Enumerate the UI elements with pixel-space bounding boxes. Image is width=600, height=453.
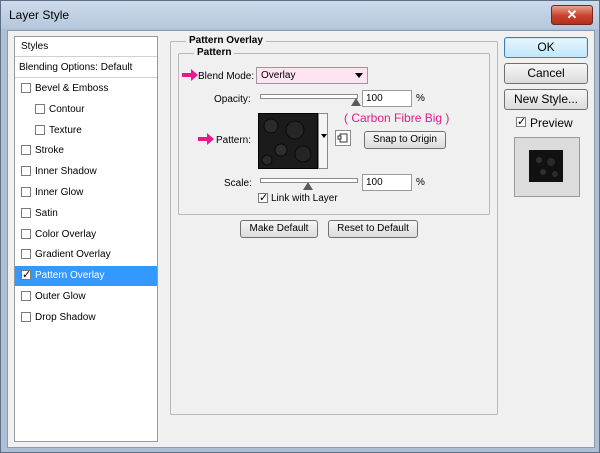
styles-item-stroke[interactable]: Stroke xyxy=(15,141,157,161)
styles-item-label: Inner Glow xyxy=(35,187,84,198)
new-preset-button[interactable] xyxy=(335,130,351,146)
pattern-label: Pattern: xyxy=(216,135,252,146)
style-checkbox[interactable] xyxy=(21,187,31,197)
style-checkbox[interactable]: ✓ xyxy=(21,269,32,281)
styles-item-outer-glow[interactable]: Outer Glow xyxy=(15,287,157,307)
chevron-down-icon xyxy=(321,134,327,138)
layer-style-dialog: Layer Style ✕ Styles Blending Options: D… xyxy=(0,0,600,453)
style-checkbox[interactable] xyxy=(21,229,31,239)
pointer-arrow-icon xyxy=(182,69,198,81)
link-with-layer-label: Link with Layer xyxy=(271,193,338,204)
new-style-button[interactable]: New Style... xyxy=(504,89,588,110)
pattern-swatch[interactable] xyxy=(258,113,318,169)
styles-header[interactable]: Styles xyxy=(15,37,157,57)
pointer-arrow-icon xyxy=(198,133,214,145)
styles-list: Styles Blending Options: Default Bevel &… xyxy=(14,36,158,442)
opacity-label: Opacity: xyxy=(214,94,251,105)
blend-mode-label: Blend Mode: xyxy=(198,71,255,82)
scale-label: Scale: xyxy=(224,178,252,189)
dialog-body: Styles Blending Options: Default Bevel &… xyxy=(7,30,595,448)
styles-item-inner-glow[interactable]: Inner Glow xyxy=(15,183,157,203)
scale-input[interactable] xyxy=(362,174,412,191)
scale-unit: % xyxy=(416,177,425,188)
style-checkbox[interactable] xyxy=(21,249,31,259)
styles-item-label: Bevel & Emboss xyxy=(35,83,109,94)
styles-header-label: Styles xyxy=(21,41,49,52)
style-checkbox[interactable] xyxy=(21,166,31,176)
link-with-layer-checkbox[interactable]: ✓ xyxy=(258,192,269,204)
styles-item-label: Gradient Overlay xyxy=(35,249,111,260)
carbon-pattern-icon xyxy=(259,114,317,168)
preview-swatch-icon xyxy=(529,150,563,182)
preview-checkbox[interactable]: ✓ xyxy=(516,116,527,128)
styles-item-inner-shadow[interactable]: Inner Shadow xyxy=(15,162,157,182)
style-checkbox[interactable] xyxy=(21,208,31,218)
styles-item-label: Satin xyxy=(35,208,58,219)
style-checkbox[interactable] xyxy=(35,104,45,114)
styles-item-label: Pattern Overlay xyxy=(35,270,105,281)
scale-slider-thumb[interactable] xyxy=(303,182,313,190)
window-title: Layer Style xyxy=(9,8,70,22)
styles-item-label: Contour xyxy=(49,104,85,115)
close-icon: ✕ xyxy=(566,7,578,22)
opacity-input[interactable] xyxy=(362,90,412,107)
style-checkbox[interactable] xyxy=(21,83,31,93)
styles-item-pattern-overlay[interactable]: ✓ Pattern Overlay xyxy=(15,266,157,286)
styles-item-label: Stroke xyxy=(35,145,64,156)
opacity-slider-track[interactable] xyxy=(260,94,358,99)
styles-item-label: Inner Shadow xyxy=(35,166,97,177)
style-checkbox[interactable] xyxy=(35,125,45,135)
styles-item-label: Color Overlay xyxy=(35,229,97,240)
styles-item-gradient-overlay[interactable]: Gradient Overlay xyxy=(15,245,157,265)
pattern-group-title: Pattern xyxy=(194,47,235,58)
panel-title: Pattern Overlay xyxy=(186,35,266,46)
cancel-button[interactable]: Cancel xyxy=(504,63,588,84)
styles-item-drop-shadow[interactable]: Drop Shadow xyxy=(15,308,157,328)
style-checkbox[interactable] xyxy=(21,291,31,301)
new-preset-icon xyxy=(337,133,348,143)
blend-mode-select[interactable]: Overlay xyxy=(256,67,368,84)
close-button[interactable]: ✕ xyxy=(551,5,593,25)
style-checkbox[interactable] xyxy=(21,312,31,322)
pattern-name-annotation: ( Carbon Fibre Big ) xyxy=(344,111,450,125)
reset-to-default-button[interactable]: Reset to Default xyxy=(328,220,418,238)
blending-options-item[interactable]: Blending Options: Default xyxy=(15,58,157,78)
snap-to-origin-button[interactable]: Snap to Origin xyxy=(364,131,446,149)
styles-item-contour[interactable]: Contour xyxy=(15,100,157,120)
styles-item-label: Texture xyxy=(49,125,82,136)
pattern-picker-button[interactable] xyxy=(318,113,328,169)
styles-item-satin[interactable]: Satin xyxy=(15,204,157,224)
styles-item-label: Outer Glow xyxy=(35,291,86,302)
checkmark-icon: ✓ xyxy=(22,269,32,281)
styles-item-texture[interactable]: Texture xyxy=(15,121,157,141)
checkmark-icon: ✓ xyxy=(259,192,269,204)
preview-label: Preview xyxy=(530,116,573,130)
style-checkbox[interactable] xyxy=(21,145,31,155)
opacity-unit: % xyxy=(416,93,425,104)
blend-mode-value: Overlay xyxy=(261,70,296,81)
opacity-slider-thumb[interactable] xyxy=(351,98,361,106)
title-bar[interactable]: Layer Style ✕ xyxy=(1,1,599,29)
blending-options-label: Blending Options: Default xyxy=(19,62,133,73)
checkmark-icon: ✓ xyxy=(517,116,527,128)
chevron-down-icon xyxy=(355,73,363,78)
make-default-button[interactable]: Make Default xyxy=(240,220,318,238)
ok-button[interactable]: OK xyxy=(504,37,588,58)
preview-thumbnail xyxy=(514,137,580,197)
styles-item-bevel-emboss[interactable]: Bevel & Emboss xyxy=(15,79,157,99)
styles-item-label: Drop Shadow xyxy=(35,312,96,323)
styles-item-color-overlay[interactable]: Color Overlay xyxy=(15,225,157,245)
